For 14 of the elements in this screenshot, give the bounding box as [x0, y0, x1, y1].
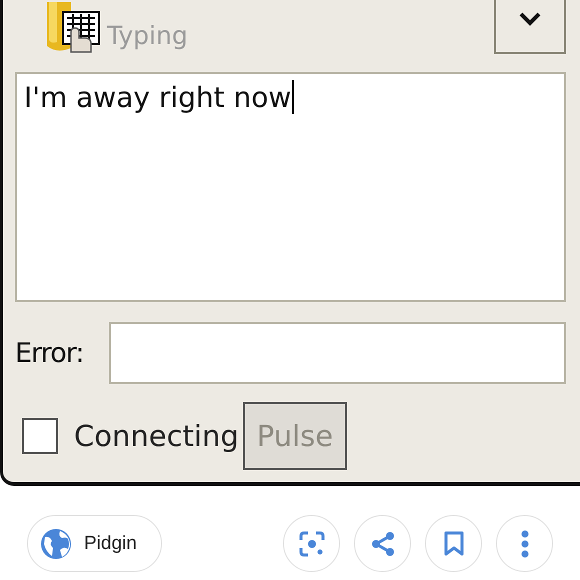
lens-icon — [298, 530, 324, 556]
error-field[interactable] — [109, 322, 566, 384]
more-options-icon — [520, 530, 528, 558]
status-subtitle: Typing — [107, 21, 188, 50]
share-icon — [370, 530, 396, 556]
connecting-label: Connecting — [74, 419, 239, 453]
chevron-down-icon — [519, 12, 541, 26]
connecting-checkbox[interactable] — [22, 418, 58, 454]
message-field[interactable]: I'm away right now — [15, 72, 566, 302]
error-label: Error: — [15, 338, 84, 368]
bookmark-icon — [442, 530, 464, 556]
globe-icon — [40, 528, 72, 560]
source-chip[interactable]: Pidgin — [27, 515, 162, 572]
status-dropdown-button[interactable] — [494, 0, 566, 54]
